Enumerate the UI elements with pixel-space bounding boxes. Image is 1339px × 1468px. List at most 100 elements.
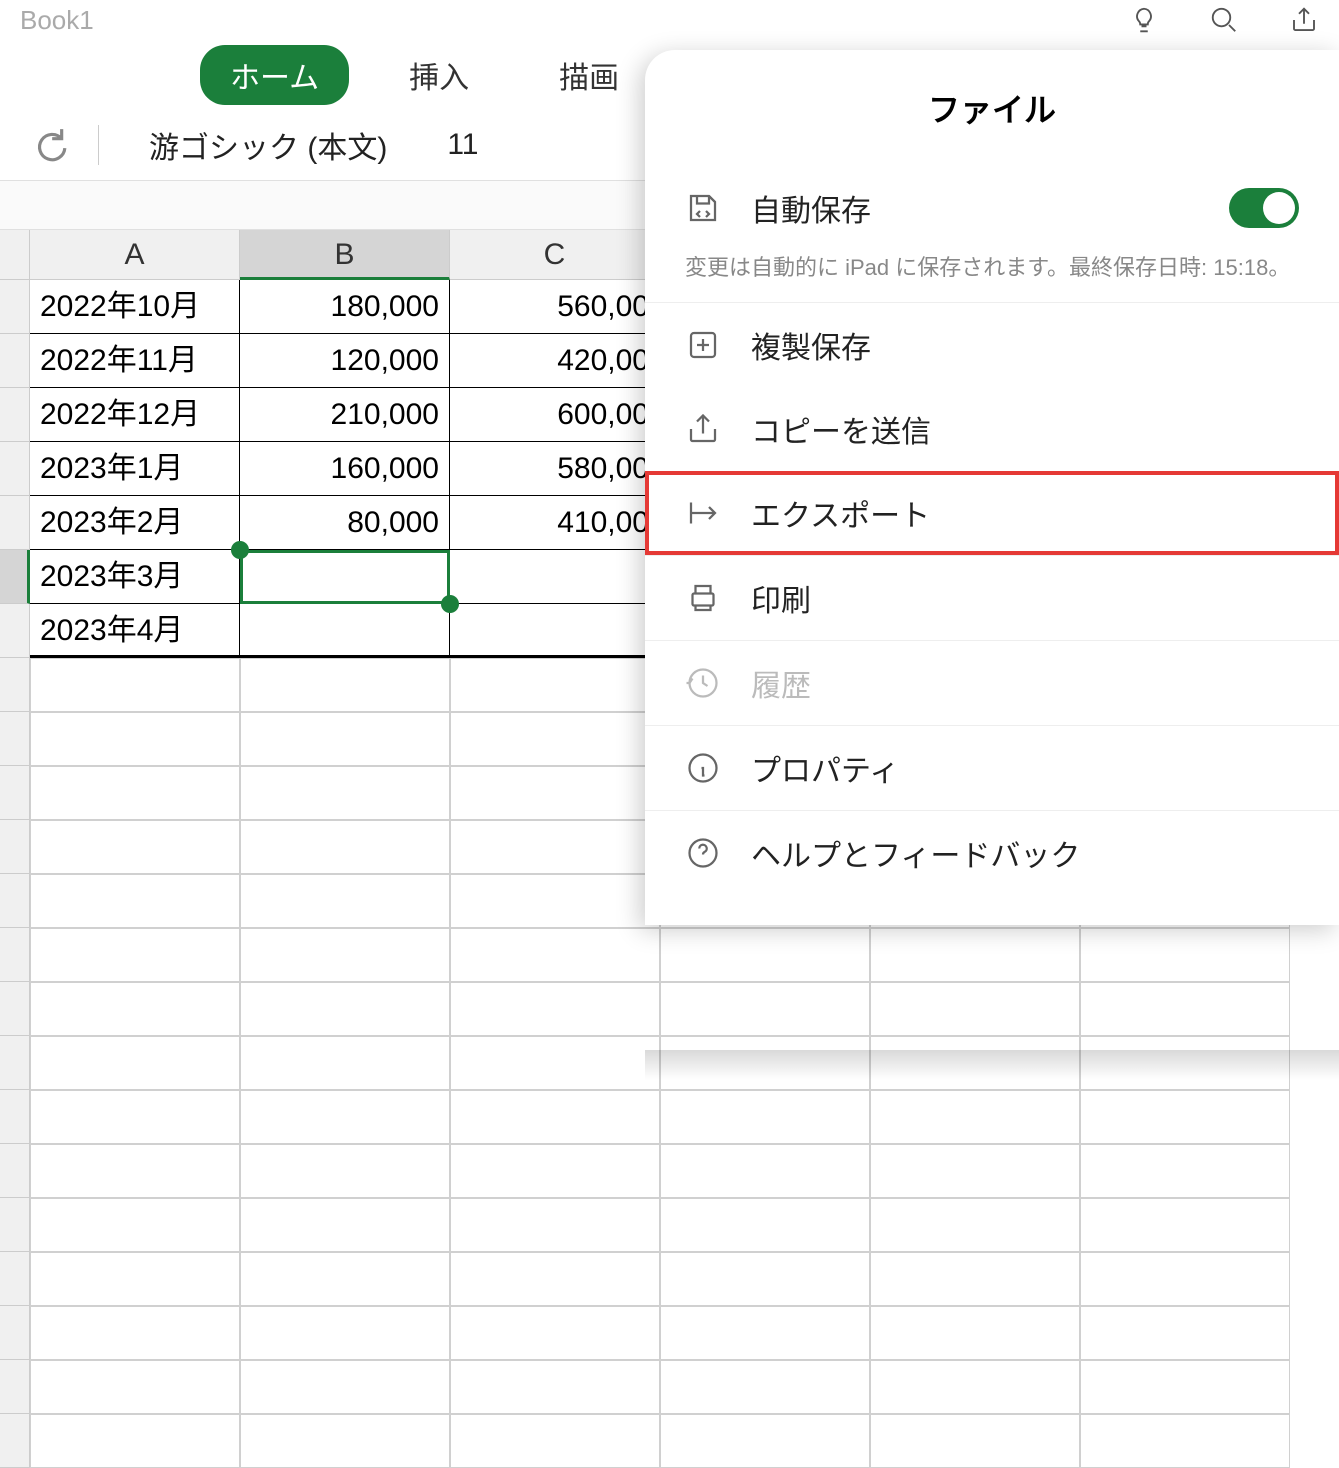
cell[interactable] <box>660 1306 870 1360</box>
cell[interactable] <box>660 1144 870 1198</box>
cell[interactable] <box>450 928 660 982</box>
cell[interactable] <box>30 658 240 712</box>
tab-draw[interactable]: 描画 <box>529 45 649 105</box>
search-icon[interactable] <box>1209 5 1239 35</box>
cell-b3[interactable]: 210,000 <box>240 388 450 442</box>
cell[interactable] <box>450 982 660 1036</box>
cell-b4[interactable]: 160,000 <box>240 442 450 496</box>
row-header[interactable] <box>0 1360 30 1414</box>
autosave-toggle[interactable] <box>1229 188 1299 228</box>
cell-c3[interactable]: 600,00 <box>450 388 660 442</box>
cell[interactable] <box>30 766 240 820</box>
row-header[interactable] <box>0 712 30 766</box>
cell[interactable] <box>30 1306 240 1360</box>
cell[interactable] <box>240 1036 450 1090</box>
cell[interactable] <box>240 820 450 874</box>
col-header-b[interactable]: B <box>240 230 450 280</box>
cell[interactable] <box>450 712 660 766</box>
cell[interactable] <box>240 658 450 712</box>
cell[interactable] <box>240 1144 450 1198</box>
cell[interactable] <box>30 712 240 766</box>
cell[interactable] <box>30 982 240 1036</box>
cell-b6[interactable] <box>240 550 450 604</box>
cell-a5[interactable]: 2023年2月 <box>30 496 240 550</box>
font-size-select[interactable]: 11 <box>427 123 498 167</box>
cell[interactable] <box>870 982 1080 1036</box>
row-header[interactable] <box>0 1036 30 1090</box>
save-copy-item[interactable]: 複製保存 <box>645 302 1339 387</box>
export-item[interactable]: エクスポート <box>645 471 1339 555</box>
cell[interactable] <box>30 928 240 982</box>
cell[interactable] <box>1080 1414 1290 1468</box>
idea-icon[interactable] <box>1129 5 1159 35</box>
cell[interactable] <box>240 982 450 1036</box>
row-header[interactable] <box>0 1252 30 1306</box>
cell[interactable] <box>660 928 870 982</box>
cell[interactable] <box>450 658 660 712</box>
row-header[interactable] <box>0 280 30 334</box>
cell[interactable] <box>450 1144 660 1198</box>
cell[interactable] <box>30 1252 240 1306</box>
redo-icon[interactable] <box>30 126 68 164</box>
cell[interactable] <box>450 766 660 820</box>
cell[interactable] <box>1080 1144 1290 1198</box>
cell[interactable] <box>1080 1198 1290 1252</box>
cell[interactable] <box>660 1198 870 1252</box>
cell[interactable] <box>870 928 1080 982</box>
row-header[interactable] <box>0 388 30 442</box>
row-header[interactable] <box>0 496 30 550</box>
col-header-c[interactable]: C <box>450 230 660 280</box>
cell[interactable] <box>240 1198 450 1252</box>
row-header[interactable] <box>0 820 30 874</box>
cell[interactable] <box>30 1414 240 1468</box>
row-header[interactable] <box>0 550 30 604</box>
cell[interactable] <box>1080 1252 1290 1306</box>
font-name-select[interactable]: 游ゴシック (本文) <box>129 118 407 172</box>
cell[interactable] <box>870 1252 1080 1306</box>
tab-insert[interactable]: 挿入 <box>379 45 499 105</box>
cell-b1[interactable]: 180,000 <box>240 280 450 334</box>
cell[interactable] <box>30 1144 240 1198</box>
cell[interactable] <box>1080 1360 1290 1414</box>
cell-b2[interactable]: 120,000 <box>240 334 450 388</box>
cell[interactable] <box>450 1360 660 1414</box>
tab-home[interactable]: ホーム <box>200 45 349 105</box>
cell[interactable] <box>240 1306 450 1360</box>
cell-c4[interactable]: 580,00 <box>450 442 660 496</box>
row-header[interactable] <box>0 1306 30 1360</box>
cell[interactable] <box>870 1360 1080 1414</box>
cell[interactable] <box>1080 1090 1290 1144</box>
cell[interactable] <box>1080 1306 1290 1360</box>
cell-a1[interactable]: 2022年10月 <box>30 280 240 334</box>
cell[interactable] <box>660 1414 870 1468</box>
cell[interactable] <box>450 1036 660 1090</box>
cell-a7[interactable]: 2023年4月 <box>30 604 240 658</box>
cell-c2[interactable]: 420,00 <box>450 334 660 388</box>
cell[interactable] <box>30 820 240 874</box>
cell[interactable] <box>450 1090 660 1144</box>
cell[interactable] <box>450 820 660 874</box>
cell-a2[interactable]: 2022年11月 <box>30 334 240 388</box>
cell[interactable] <box>1080 982 1290 1036</box>
cell[interactable] <box>240 766 450 820</box>
selection-handle-top-left[interactable] <box>231 541 249 559</box>
cell-a3[interactable]: 2022年12月 <box>30 388 240 442</box>
cell[interactable] <box>30 1198 240 1252</box>
cell[interactable] <box>870 1090 1080 1144</box>
help-item[interactable]: ヘルプとフィードバック <box>645 810 1339 895</box>
cell[interactable] <box>240 1414 450 1468</box>
row-header[interactable] <box>0 982 30 1036</box>
cell[interactable] <box>240 1090 450 1144</box>
cell[interactable] <box>450 874 660 928</box>
cell[interactable] <box>870 1414 1080 1468</box>
row-header[interactable] <box>0 1144 30 1198</box>
row-header[interactable] <box>0 604 30 658</box>
row-header[interactable] <box>0 442 30 496</box>
cell[interactable] <box>450 1252 660 1306</box>
row-header[interactable] <box>0 658 30 712</box>
share-icon[interactable] <box>1289 5 1319 35</box>
properties-item[interactable]: プロパティ <box>645 725 1339 810</box>
cell-c5[interactable]: 410,00 <box>450 496 660 550</box>
cell[interactable] <box>240 874 450 928</box>
cell[interactable] <box>660 982 870 1036</box>
